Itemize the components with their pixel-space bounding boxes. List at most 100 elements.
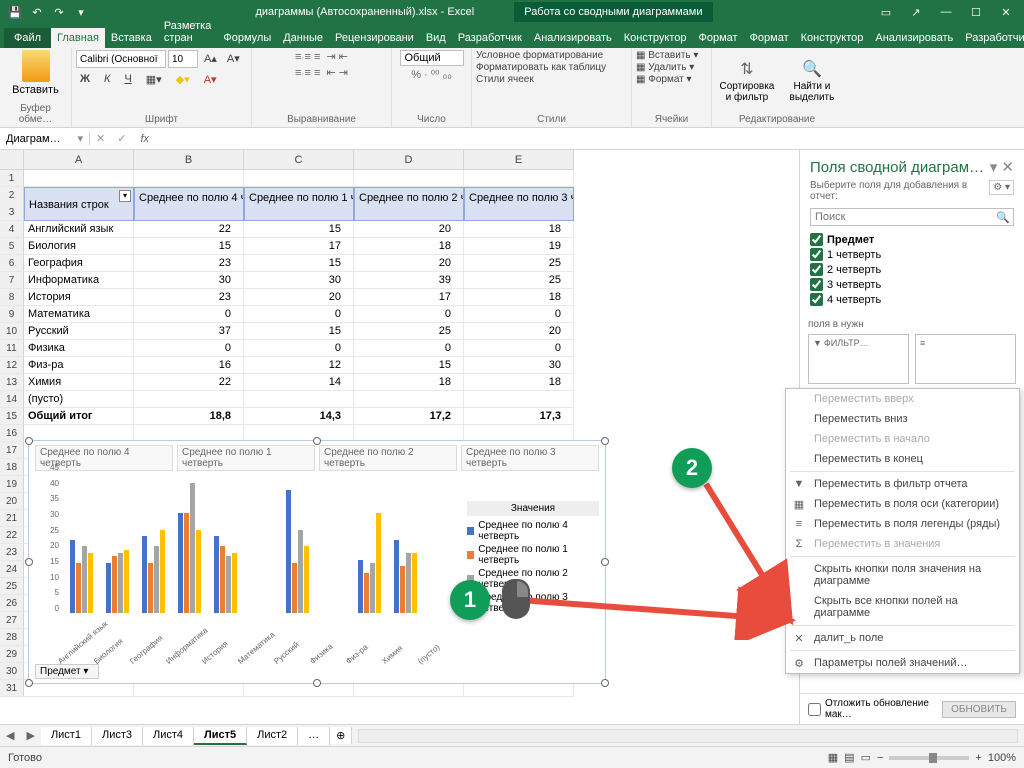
bold-button[interactable]: Ж [76,71,94,88]
zoom-slider[interactable] [889,756,969,760]
shrink-font-icon[interactable]: A▾ [223,50,244,68]
chart-filter-button[interactable]: Предмет ▾ [35,664,99,679]
ribbon-tabs: Файл ГлавнаяВставкаРазметка странФормулы… [0,24,1024,48]
sheet-tab[interactable]: Лист1 [41,727,92,745]
sheet-tab[interactable]: Лист3 [92,727,143,745]
context-menu-item[interactable]: Переместить в конец [786,449,1019,469]
horizontal-scrollbar[interactable] [358,729,1018,743]
font-size-select[interactable] [168,50,198,68]
redo-icon[interactable]: ↷ [50,3,68,21]
field-checkbox[interactable]: 2 четверть [810,262,1014,277]
status-ready: Готово [8,752,42,764]
maximize-icon[interactable]: ☐ [962,1,990,23]
status-bar: Готово ▦ ▤ ▭ − + 100% [0,746,1024,768]
field-checkbox[interactable]: Предмет [810,232,1014,247]
field-checkbox[interactable]: 3 четверть [810,277,1014,292]
zoom-level[interactable]: 100% [988,752,1016,764]
insert-cells[interactable]: ▦ Вставить ▾ [636,50,698,61]
context-menu-item[interactable]: Скрыть кнопки поля значения на диаграмме [786,559,1019,591]
font-name-select[interactable] [76,50,166,68]
context-menu-item[interactable]: ▼Переместить в фильтр отчета [786,474,1019,494]
ribbon-tab[interactable]: Вставка [105,28,158,48]
ribbon-tab[interactable]: Главная [51,28,105,48]
font-color-icon[interactable]: A▾ [200,71,221,88]
annotation-arrow [490,470,820,640]
context-menu-item[interactable]: ⚙Параметры полей значений… [786,653,1019,673]
pane-dropdown-icon[interactable]: ▾ ✕ [990,158,1014,176]
save-icon[interactable]: 💾 [6,3,24,21]
ribbon-display-icon[interactable]: ▭ [872,1,900,23]
view-normal-icon[interactable]: ▦ [828,751,838,764]
paste-button[interactable]: Вставить [12,84,59,96]
qat-more-icon[interactable]: ▾ [72,3,90,21]
conditional-formatting[interactable]: Условное форматирование [476,50,603,61]
context-menu-item: ΣПереместить в значения [786,534,1019,554]
field-search-input[interactable] [810,208,1014,226]
window-title: диаграммы (Автосохраненный).xlsx - Excel [255,6,474,18]
field-checkbox[interactable]: 1 четверть [810,247,1014,262]
format-as-table[interactable]: Форматировать как таблицу [476,62,606,73]
ribbon-tab[interactable]: Формат [692,28,743,48]
tab-Конструктор[interactable]: Конструктор [795,28,870,48]
view-layout-icon[interactable]: ▤ [844,751,854,764]
field-checkbox[interactable]: 4 четверть [810,292,1014,307]
context-menu-item[interactable]: Переместить вниз [786,409,1019,429]
pane-title: Поля сводной диаграм… [810,159,984,176]
name-box[interactable]: Диаграм…▾ [0,132,90,145]
enter-icon[interactable]: ✓ [111,132,132,145]
sheet-tab[interactable]: … [298,727,330,745]
zone-filters[interactable]: ▼ Фильтр… [808,334,909,384]
ribbon-tab[interactable]: Формулы [217,28,277,48]
ribbon-tab[interactable]: Разметка стран [158,16,218,48]
ribbon-tab[interactable]: Данные [277,28,329,48]
sheet-tab[interactable]: Лист5 [194,727,247,745]
format-cells[interactable]: ▦ Формат ▾ [636,74,692,85]
defer-update-checkbox[interactable]: Отложить обновление мак… [808,698,942,720]
border-icon[interactable]: ▦▾ [142,71,166,88]
ribbon-tab[interactable]: Вид [420,28,452,48]
zone-legend[interactable]: ≡ [915,334,1016,384]
sheet-tab[interactable]: Лист4 [143,727,194,745]
context-menu-item[interactable]: ✕далит_ь поле [786,628,1019,648]
zoom-in-icon[interactable]: + [975,752,981,764]
sheet-tab[interactable]: Лист2 [247,727,298,745]
underline-button[interactable]: Ч [120,71,135,88]
delete-cells[interactable]: ▦ Удалить ▾ [636,62,694,73]
tab-Разработчик[interactable]: Разработчик [959,28,1024,48]
close-icon[interactable]: ✕ [992,1,1020,23]
paste-icon[interactable] [22,50,50,82]
add-sheet-button[interactable]: ⊕ [330,727,352,744]
annotation-bubble-2: 2 [672,448,712,488]
cell-styles[interactable]: Стили ячеек [476,74,534,85]
context-menu-item[interactable]: ▦Переместить в поля оси (категории) [786,494,1019,514]
ribbon-tab[interactable]: Рецензировани [329,28,420,48]
tab-nav-next[interactable]: ▶ [20,729,40,742]
minimize-icon[interactable]: — [932,1,960,23]
context-menu-item[interactable]: Скрыть все кнопки полей на диаграмме [786,591,1019,623]
tab-nav-prev[interactable]: ◀ [0,729,20,742]
cancel-icon[interactable]: ✕ [90,132,111,145]
number-format-select[interactable]: Общий [400,50,464,66]
formula-bar: Диаграм…▾ ✕ ✓ fx [0,128,1024,150]
ribbon-tab[interactable]: Разработчик [452,28,528,48]
tab-file[interactable]: Файл [4,28,51,48]
find-select-button[interactable]: 🔍 Найти и выделить [786,59,838,103]
undo-icon[interactable]: ↶ [28,3,46,21]
help-link-icon[interactable]: ↗ [902,1,930,23]
tab-Формат[interactable]: Формат [744,28,795,48]
grow-font-icon[interactable]: A▴ [200,50,221,68]
gear-icon[interactable]: ⚙ ▾ [989,180,1014,195]
sort-filter-button[interactable]: ⇅ Сортировка и фильтр [716,59,778,103]
view-break-icon[interactable]: ▭ [861,751,871,764]
zoom-out-icon[interactable]: − [877,752,883,764]
context-menu-item[interactable]: ≡Переместить в поля легенды (ряды) [786,514,1019,534]
fill-color-icon[interactable]: ◆▾ [172,71,194,88]
tab-Анализировать[interactable]: Анализировать [869,28,959,48]
fx-icon[interactable]: fx [132,133,157,145]
ribbon-tab[interactable]: Конструктор [618,28,693,48]
update-button[interactable]: ОБНОВИТЬ [942,701,1016,718]
filter-dropdown-icon[interactable]: ▾ [119,190,131,202]
italic-button[interactable]: К [100,71,114,88]
ribbon-tab[interactable]: Анализировать [528,28,618,48]
pivot-row-label-header[interactable]: Названия строк▾ [24,187,134,221]
